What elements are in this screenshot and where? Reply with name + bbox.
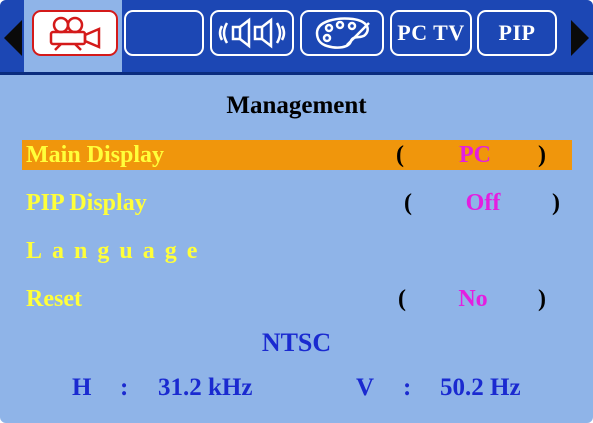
signal-format: NTSC xyxy=(261,328,332,357)
h-label: H xyxy=(72,374,92,401)
h-frequency: 31.2 kHz xyxy=(158,374,253,401)
open-paren: ( xyxy=(396,142,404,168)
tab-bar: PC TV PIP xyxy=(0,0,593,75)
tab-video[interactable] xyxy=(32,10,118,56)
open-paren: ( xyxy=(404,190,412,216)
h-separator: : xyxy=(120,374,129,401)
menu-item-label: Main Display xyxy=(26,142,165,168)
menu-item-value: Off xyxy=(465,190,501,216)
menu-item-language[interactable]: Language xyxy=(22,236,572,266)
speaker-icon xyxy=(218,17,286,49)
palette-icon xyxy=(315,17,370,49)
tab-pip[interactable]: PIP xyxy=(477,10,557,56)
v-separator: : xyxy=(403,374,412,401)
triangle-left-icon[interactable] xyxy=(4,20,22,56)
tab-color[interactable] xyxy=(300,10,384,56)
triangle-right-icon[interactable] xyxy=(571,20,589,56)
menu-title: Management xyxy=(226,92,367,119)
tab-blank[interactable] xyxy=(124,10,204,56)
tab-pc-tv[interactable]: PC TV xyxy=(390,10,472,56)
v-frequency: 50.2 Hz xyxy=(440,374,521,401)
menu-item-value: No xyxy=(458,286,488,312)
projector-icon xyxy=(49,16,101,51)
menu-item-label: PIP Display xyxy=(26,190,147,216)
menu-item-label: Reset xyxy=(26,286,82,312)
close-paren: ) xyxy=(538,286,546,312)
osd-menu: PC TV PIP Management Main Display ( PC )… xyxy=(0,0,593,423)
v-label: V xyxy=(356,374,375,401)
menu-item-pip-display[interactable]: PIP Display ( Off ) xyxy=(22,188,572,218)
open-paren: ( xyxy=(398,286,406,312)
close-paren: ) xyxy=(538,142,546,168)
menu-item-label: Language xyxy=(26,238,208,264)
menu-item-reset[interactable]: Reset ( No ) xyxy=(22,284,572,314)
menu-item-main-display[interactable]: Main Display ( PC ) xyxy=(22,140,572,170)
tab-pc-tv-label: PC TV xyxy=(397,20,465,45)
tab-pip-label: PIP xyxy=(498,20,536,45)
menu-item-value: PC xyxy=(459,142,491,168)
tab-audio[interactable] xyxy=(210,10,294,56)
close-paren: ) xyxy=(552,190,560,216)
